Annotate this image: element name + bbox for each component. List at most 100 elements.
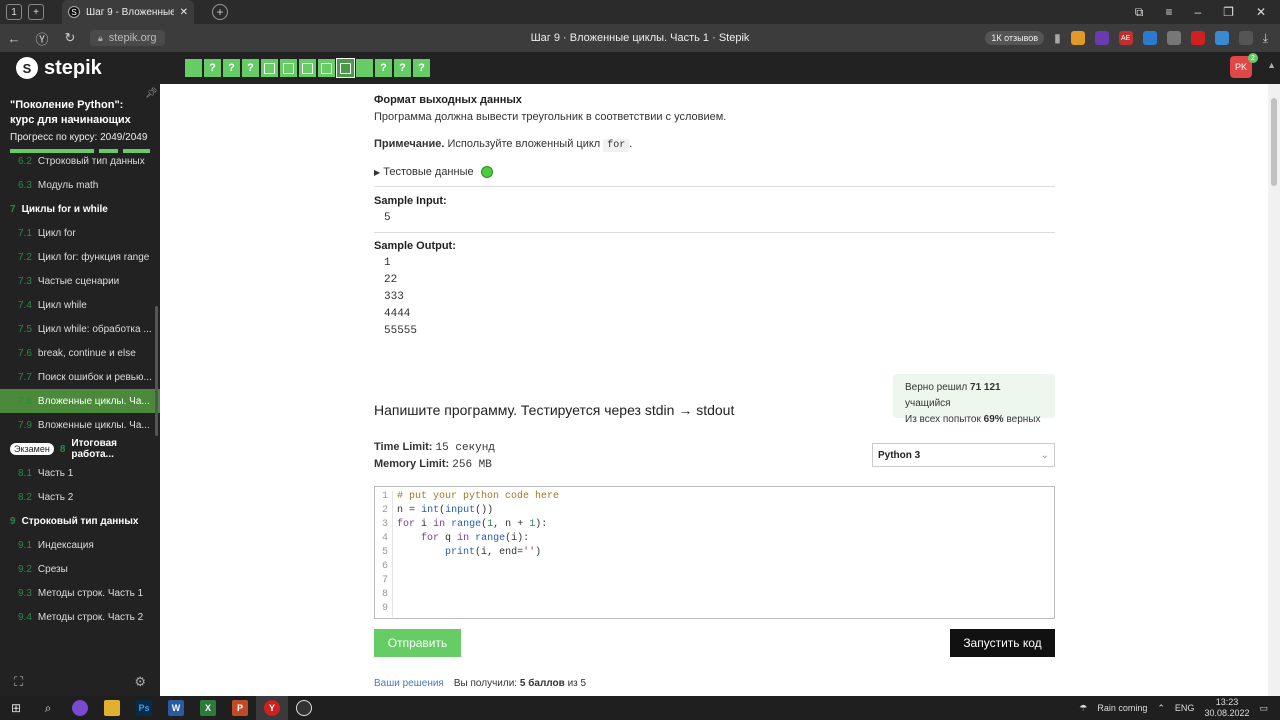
weather-text[interactable]: Rain coming [1097, 703, 1147, 713]
sidebar-section-8[interactable]: Экзамен 8 Итоговая работа... [0, 437, 160, 461]
code-line[interactable]: 5 print(i, end='') [375, 547, 1054, 561]
sidebar-scrollbar[interactable] [155, 306, 158, 436]
code-line[interactable]: 1 # put your python code here [375, 491, 1054, 505]
browser-tab[interactable]: S Шаг 9 - Вложенные цик ✕ [62, 0, 194, 24]
code-text: for q in range(i): [421, 533, 530, 544]
bookmark-icon[interactable]: ▮ [1054, 31, 1061, 45]
back-icon[interactable]: ← [0, 31, 28, 46]
code-line[interactable]: 3 for i in range(1, n + 1): [375, 519, 1054, 533]
sidebar-item-9.1[interactable]: 9.1 Индексация [0, 533, 160, 557]
step-8[interactable] [318, 59, 335, 77]
input-language[interactable]: ENG [1175, 703, 1195, 713]
close-window-icon[interactable]: ✕ [1256, 5, 1266, 20]
sidebar-item-7.8[interactable]: 7.8 Вложенные циклы. Ча... [0, 389, 160, 413]
sidebar-item-8.2[interactable]: 8.2 Часть 2 [0, 485, 160, 509]
settings-gear-icon[interactable]: ⚙ [134, 674, 146, 690]
extension-icon[interactable] [1142, 31, 1157, 45]
menu-icon[interactable]: ≡ [1165, 5, 1172, 20]
sidebar-item-9.2[interactable]: 9.2 Срезы [0, 557, 160, 581]
close-tab-icon[interactable]: ✕ [180, 7, 188, 18]
step-3[interactable]: ? [223, 59, 240, 77]
step-9[interactable] [336, 58, 355, 78]
page-scrollbar[interactable] [1268, 84, 1280, 696]
photoshop-icon[interactable]: Ps [128, 696, 160, 720]
submit-button[interactable]: Отправить [374, 629, 461, 657]
step-5[interactable] [261, 59, 278, 77]
reload-icon[interactable]: ↻ [56, 30, 84, 46]
search-icon[interactable]: ⌕ [32, 696, 64, 720]
sidebar-item-7.7[interactable]: 7.7 Поиск ошибок и ревью... [0, 365, 160, 389]
excel-icon[interactable]: X [192, 696, 224, 720]
chevron-up-icon[interactable]: ⌃ [1157, 703, 1165, 714]
code-editor[interactable]: 1 # put your python code here 2 n = int(inp… [374, 486, 1055, 619]
tab-counter[interactable]: 1 [6, 4, 22, 20]
sidebar-item-9.3[interactable]: 9.3 Методы строк. Часть 1 [0, 581, 160, 605]
file-explorer-icon[interactable] [96, 696, 128, 720]
sidebar-section-7[interactable]: 7 Циклы for и while [0, 197, 160, 221]
run-code-button[interactable]: Запустить код [950, 629, 1055, 657]
extension-icon[interactable] [1214, 31, 1229, 45]
new-tab-button[interactable]: + [212, 4, 228, 20]
step-7[interactable] [299, 59, 316, 77]
step-2[interactable]: ? [204, 59, 221, 77]
extension-icon[interactable] [1094, 31, 1109, 45]
code-line[interactable]: 6 [375, 561, 1054, 575]
sidebar-item-7.9[interactable]: 7.9 Вложенные циклы. Ча... [0, 413, 160, 437]
sidebar-item-6.3[interactable]: 6.3 Модуль math [0, 173, 160, 197]
code-line[interactable]: 2 n = int(input()) [375, 505, 1054, 519]
sidebar-item-8.1[interactable]: 8.1 Часть 1 [0, 461, 160, 485]
new-folder-icon[interactable]: + [28, 4, 44, 20]
sidebar-item-7.5[interactable]: 7.5 Цикл while: обработка ... [0, 317, 160, 341]
extension-icon[interactable] [1166, 31, 1181, 45]
clock[interactable]: 13:23 30.08.2022 [1204, 697, 1249, 719]
extension-icon[interactable] [1070, 31, 1085, 45]
code-line[interactable]: 9 [375, 603, 1054, 617]
sidebar-item-7.4[interactable]: 7.4 Цикл while [0, 293, 160, 317]
url-field[interactable]: 🔒︎ stepik.org [90, 30, 165, 46]
sidebar-item-7.1[interactable]: 7.1 Цикл for [0, 221, 160, 245]
word-icon[interactable]: W [160, 696, 192, 720]
sidebar-item-7.2[interactable]: 7.2 Цикл for: функция range [0, 245, 160, 269]
step-12[interactable]: ? [394, 59, 411, 77]
code-line[interactable]: 8 [375, 589, 1054, 603]
download-icon[interactable]: ⤓ [1263, 31, 1268, 46]
bookmarks-icon[interactable]: ⧉ [1135, 5, 1144, 20]
your-solutions-link[interactable]: Ваши решения [374, 678, 444, 689]
step-13[interactable]: ? [413, 59, 430, 77]
alice-icon[interactable] [64, 696, 96, 720]
language-select[interactable]: Python 3 ⌄ [872, 443, 1055, 467]
test-data-toggle[interactable]: ▶ Тестовые данные [374, 166, 493, 179]
recorder-icon[interactable] [288, 696, 320, 720]
sidebar-section-9[interactable]: 9 Строковый тип данных [0, 509, 160, 533]
sidebar-item-7.3[interactable]: 7.3 Частые сценарии [0, 269, 160, 293]
yandex-icon[interactable]: Ⓨ [28, 29, 56, 48]
sidebar-item-9.4[interactable]: 9.4 Методы строк. Часть 2 [0, 605, 160, 629]
notifications-icon[interactable]: ▭ [1259, 703, 1268, 714]
step-1[interactable] [185, 59, 202, 77]
sidebar-item-7.6[interactable]: 7.6 break, continue и else [0, 341, 160, 365]
code-line[interactable]: 7 [375, 575, 1054, 589]
yandex-browser-icon[interactable]: Y [256, 696, 288, 720]
code-line[interactable]: 4 for q in range(i): [375, 533, 1054, 547]
extension-icon[interactable] [1190, 31, 1205, 45]
powerpoint-icon[interactable]: P [224, 696, 256, 720]
scroll-up-icon[interactable]: ▲ [1267, 60, 1276, 70]
minimize-icon[interactable]: – [1194, 5, 1201, 20]
pin-icon[interactable]: 📌︎ [145, 88, 158, 99]
restore-icon[interactable]: ❐ [1223, 5, 1234, 20]
step-6[interactable] [280, 59, 297, 77]
scroll-thumb[interactable] [1271, 98, 1277, 186]
test-data-label: Тестовые данные [383, 166, 474, 178]
sidebar-item-number: 7.1 [18, 227, 32, 239]
extension-icon[interactable]: AE [1118, 31, 1133, 45]
step-11[interactable]: ? [375, 59, 392, 77]
step-4[interactable]: ? [242, 59, 259, 77]
fullscreen-icon[interactable]: ⛶ [14, 674, 23, 690]
note: Примечание. Используйте вложенный цикл f… [374, 138, 1055, 152]
reviews-badge[interactable]: 1К отзывов [985, 31, 1045, 45]
stepik-logo[interactable]: S stepik [16, 57, 102, 80]
step-10[interactable] [356, 59, 373, 77]
extension-icon[interactable] [1238, 31, 1253, 45]
windows-start-icon[interactable]: ⊞ [0, 696, 32, 720]
course-title[interactable]: "Поколение Python": курс для начинающих [0, 84, 145, 128]
